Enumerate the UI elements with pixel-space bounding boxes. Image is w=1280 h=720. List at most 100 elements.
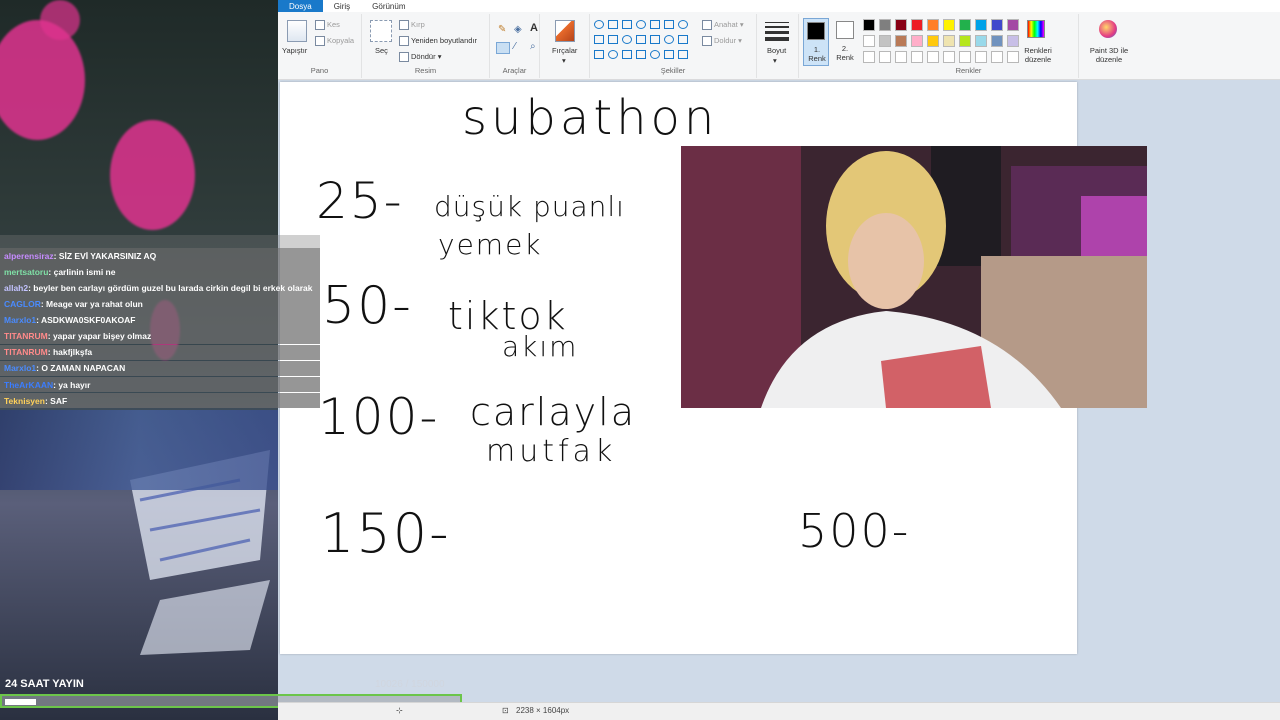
shape-option-icon[interactable] [608,35,618,44]
magnifier-icon[interactable]: ⌕ [530,41,536,52]
chat-username[interactable]: TITANRUM [4,347,48,357]
paint3d-icon[interactable] [1099,20,1117,38]
color1-button[interactable]: 1. Renk [803,18,829,66]
palette-swatch[interactable] [1007,19,1019,31]
brushes-button[interactable]: Fırçalar [552,46,577,55]
palette-swatch[interactable] [975,35,987,47]
chat-username[interactable]: Marxlo1 [4,315,36,325]
shape-option-icon[interactable] [664,20,674,29]
chat-username[interactable]: allah2 [4,283,28,293]
chat-username[interactable]: Marxlo1 [4,363,36,373]
paste-button[interactable]: Yapıştır [282,46,307,55]
palette-swatch[interactable] [863,19,875,31]
shape-option-icon[interactable] [650,35,660,44]
eraser-icon[interactable] [496,42,510,54]
palette-empty-swatch[interactable] [879,51,891,63]
palette-swatch[interactable] [895,19,907,31]
shape-option-icon[interactable] [594,50,604,59]
chat-message: TheArKAAN: ya hayır [0,376,320,393]
chat-username[interactable]: TheArKAAN [4,380,53,390]
shape-option-icon[interactable] [678,35,688,44]
palette-empty-swatch[interactable] [991,51,1003,63]
shape-option-icon[interactable] [664,50,674,59]
stream-chat: alperensiraz: SİZ EVİ YAKARSINIZ AQ merts… [0,235,320,409]
palette-swatch[interactable] [991,35,1003,47]
crop-button[interactable]: Kırp [399,20,425,31]
shape-option-icon[interactable] [622,20,632,29]
item-50-text2: akım [502,330,579,363]
brush-icon[interactable] [555,20,575,42]
size-dropdown-icon[interactable]: ▾ [773,56,777,65]
outline-button[interactable]: Anahat ▾ [702,20,744,31]
tab-view[interactable]: Görünüm [361,0,416,12]
select-icon[interactable] [370,20,392,42]
palette-swatch[interactable] [975,19,987,31]
palette-empty-swatch[interactable] [927,51,939,63]
shape-option-icon[interactable] [594,20,604,29]
shape-option-icon[interactable] [636,20,646,29]
cut-button[interactable]: Kes [315,20,340,31]
palette-swatch[interactable] [943,19,955,31]
text-icon[interactable]: A [530,22,538,34]
chat-username[interactable]: Teknisyen [4,396,45,406]
size-button[interactable]: Boyut [767,46,786,55]
palette-swatch[interactable] [879,35,891,47]
palette-swatch[interactable] [927,19,939,31]
palette-empty-swatch[interactable] [975,51,987,63]
palette-empty-swatch[interactable] [1007,51,1019,63]
shape-option-icon[interactable] [678,20,688,29]
shape-option-icon[interactable] [608,20,618,29]
color-picker-icon[interactable]: ⁄ [514,41,516,52]
chat-username[interactable]: alperensiraz [4,251,54,261]
palette-swatch[interactable] [911,19,923,31]
size-lines-icon[interactable] [765,22,789,41]
shape-option-icon[interactable] [608,50,618,59]
shape-option-icon[interactable] [594,35,604,44]
edit-colors-button[interactable]: Renkleri düzenle [1019,46,1057,64]
palette-swatch[interactable] [863,35,875,47]
chat-username[interactable]: mertsatoru [4,267,48,277]
palette-empty-swatch[interactable] [863,51,875,63]
palette-swatch[interactable] [895,35,907,47]
shape-option-icon[interactable] [636,35,646,44]
palette-swatch[interactable] [927,35,939,47]
shape-option-icon[interactable] [622,35,632,44]
palette-swatch[interactable] [959,19,971,31]
palette-swatch[interactable] [911,35,923,47]
shapes-gallery[interactable] [594,20,694,68]
resize-button[interactable]: Yeniden boyutlandır [399,36,477,47]
palette-swatch[interactable] [1007,35,1019,47]
palette-swatch[interactable] [879,19,891,31]
palette-empty-swatch[interactable] [895,51,907,63]
chat-message: CAGLOR: Meage var ya rahat olun [0,296,320,312]
tab-home[interactable]: Giriş [323,0,361,12]
select-button[interactable]: Seç [375,46,388,55]
palette-swatch[interactable] [991,19,1003,31]
chat-username[interactable]: CAGLOR [4,299,41,309]
shape-option-icon[interactable] [678,50,688,59]
palette-empty-swatch[interactable] [959,51,971,63]
rotate-button[interactable]: Döndür ▾ [399,52,441,63]
palette-empty-swatch[interactable] [943,51,955,63]
shape-option-icon[interactable] [664,35,674,44]
color-selectors: 1. Renk 2. Renk [799,14,859,78]
color2-button[interactable]: 2. Renk [832,18,858,66]
tab-file[interactable]: Dosya [278,0,323,12]
palette-swatch[interactable] [943,35,955,47]
shape-option-icon[interactable] [650,20,660,29]
chat-username[interactable]: TITANRUM [4,331,48,341]
chat-text: : SAF [44,395,68,406]
paint3d-button[interactable]: Paint 3D ile düzenle [1081,46,1137,64]
fill-icon[interactable]: ◈ [514,24,522,35]
copy-button[interactable]: Kopyala [315,36,354,47]
brushes-dropdown-icon[interactable]: ▾ [562,56,566,65]
fill-button[interactable]: Doldur ▾ [702,36,742,47]
pencil-icon[interactable]: ✎ [498,24,506,35]
shape-option-icon[interactable] [636,50,646,59]
shape-option-icon[interactable] [622,50,632,59]
palette-empty-swatch[interactable] [911,51,923,63]
edit-colors-icon[interactable] [1027,20,1045,38]
paste-icon[interactable] [287,20,307,42]
shape-option-icon[interactable] [650,50,660,59]
palette-swatch[interactable] [959,35,971,47]
